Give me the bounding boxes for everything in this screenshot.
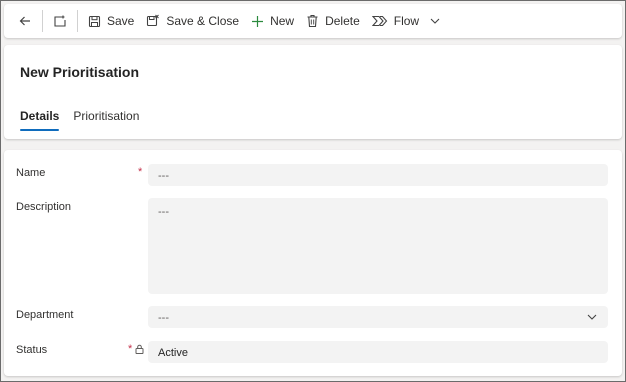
description-field[interactable]: --- — [148, 198, 608, 294]
status-field: Active — [148, 341, 608, 363]
save-label: Save — [107, 14, 135, 28]
flow-button[interactable]: Flow — [366, 8, 447, 34]
plus-icon — [252, 15, 264, 27]
name-field[interactable]: --- — [148, 164, 608, 186]
page-title: New Prioritisation — [20, 64, 140, 80]
name-label: Name — [16, 167, 46, 179]
description-value: --- — [158, 206, 169, 218]
open-in-new-window-icon — [54, 15, 66, 27]
lock-icon — [135, 344, 144, 354]
flow-icon — [371, 15, 388, 27]
delete-label: Delete — [325, 14, 360, 28]
new-label: New — [270, 14, 295, 28]
chevron-down-icon — [430, 18, 440, 24]
toolbar-divider — [42, 10, 43, 32]
details-section: Name * --- Description --- Department --… — [4, 150, 622, 376]
command-bar: Save Save & Close New Delete Flow — [4, 4, 622, 38]
form-header: New Prioritisation Details Prioritisatio… — [4, 45, 622, 139]
save-and-close-icon — [147, 14, 160, 27]
back-arrow-icon — [19, 16, 30, 26]
department-label: Department — [16, 309, 74, 321]
status-label: Status — [16, 344, 48, 356]
trash-icon — [307, 14, 318, 28]
new-button[interactable]: New — [245, 8, 300, 34]
tab-prioritisation[interactable]: Prioritisation — [73, 109, 139, 131]
save-button[interactable]: Save — [82, 8, 140, 34]
chevron-down-icon — [587, 314, 597, 320]
flow-label: Flow — [393, 14, 420, 28]
tab-details[interactable]: Details — [20, 109, 60, 131]
name-value: --- — [158, 170, 169, 182]
status-value: Active — [158, 347, 188, 359]
delete-button[interactable]: Delete — [300, 8, 366, 34]
back-button[interactable] — [12, 8, 38, 34]
description-label: Description — [16, 201, 72, 213]
toolbar-divider — [77, 10, 78, 32]
save-and-close-button[interactable]: Save & Close — [140, 8, 245, 34]
department-value: --- — [158, 312, 169, 324]
required-indicator: * — [138, 166, 143, 178]
department-select[interactable]: --- — [148, 306, 608, 328]
required-indicator: * — [128, 343, 133, 355]
save-icon — [88, 15, 101, 27]
save-and-close-label: Save & Close — [166, 14, 240, 28]
open-in-new-window-button[interactable] — [47, 8, 73, 34]
tab-list: Details Prioritisation — [20, 109, 153, 131]
